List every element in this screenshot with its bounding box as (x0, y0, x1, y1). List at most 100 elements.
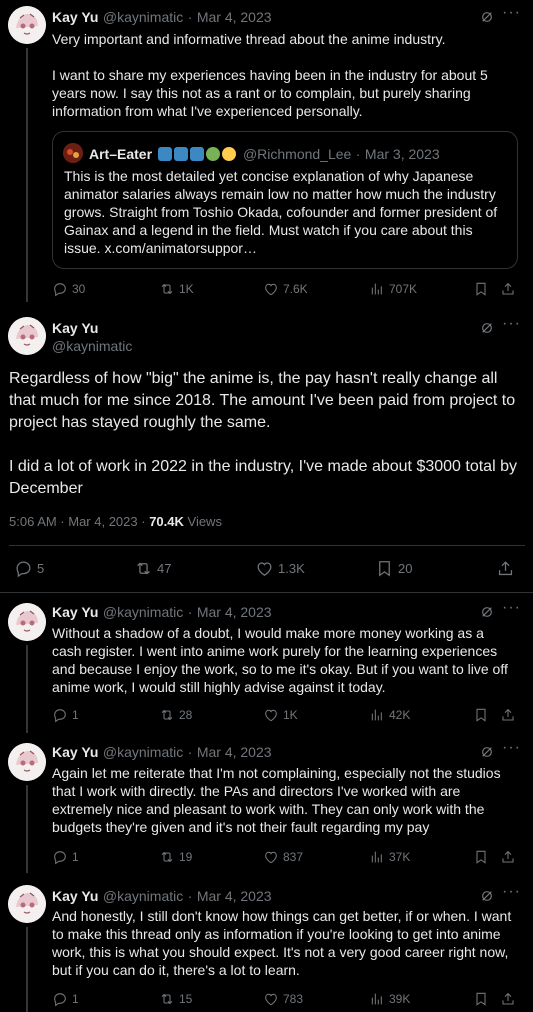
avatar[interactable] (8, 317, 46, 355)
like-button[interactable]: 837 (263, 849, 303, 865)
share-button[interactable] (500, 849, 516, 865)
share-button[interactable] (496, 559, 515, 578)
avatar[interactable] (8, 6, 46, 44)
avatar[interactable] (8, 743, 46, 781)
like-icon (263, 281, 279, 297)
author-name[interactable]: Kay Yu (52, 888, 98, 904)
reply-button[interactable]: 5 (14, 559, 44, 578)
like-button[interactable]: 1K (263, 707, 298, 723)
tweet-1[interactable]: Kay Yu @kaynimatic · Mar 4, 2023 ··· Ver… (0, 0, 533, 302)
author-handle[interactable]: @kaynimatic (103, 744, 183, 760)
reply-button[interactable]: 30 (52, 281, 85, 297)
like-button[interactable]: 1.3K (255, 559, 305, 578)
more-icon[interactable]: ··· (502, 315, 521, 333)
views-count: 707K (389, 282, 418, 296)
share-icon (500, 991, 516, 1007)
author-handle[interactable]: @kaynimatic (52, 338, 132, 354)
bookmark-button[interactable] (473, 281, 489, 297)
separator: · (187, 744, 193, 760)
repost-icon (159, 707, 175, 723)
bookmark-icon (473, 849, 489, 865)
views-button[interactable]: 42K (369, 707, 410, 723)
repost-button[interactable]: 1K (159, 281, 194, 297)
avatar[interactable] (8, 603, 46, 641)
reply-tweet[interactable]: Kay Yu @kaynimatic · Mar 4, 2023 ··· Aga… (0, 733, 533, 873)
reply-icon (14, 559, 33, 578)
share-button[interactable] (500, 281, 516, 297)
reply-button[interactable]: 1 (52, 991, 79, 1007)
tweet-date[interactable]: Mar 4, 2023 (197, 888, 272, 904)
reply-tweet[interactable]: Kay Yu @kaynimatic · Mar 4, 2023 ··· And… (0, 873, 533, 1012)
share-button[interactable] (500, 707, 516, 723)
quote-author-handle[interactable]: @Richmond_Lee (243, 146, 351, 162)
tweet-date[interactable]: Mar 4, 2023 (197, 744, 272, 760)
tweet-text: Very important and informative thread ab… (52, 31, 488, 119)
fist-emoji-icon (222, 147, 237, 161)
views-icon (369, 281, 385, 297)
repost-button[interactable]: 47 (134, 559, 171, 578)
reply-tweet[interactable]: Kay Yu @kaynimatic · Mar 4, 2023 ··· Wit… (0, 593, 533, 733)
author-name[interactable]: Kay Yu (52, 604, 98, 620)
grok-icon[interactable] (479, 9, 495, 25)
thread-connector (26, 927, 28, 1012)
author-handle[interactable]: @kaynimatic (103, 888, 183, 904)
reply-button[interactable]: 1 (52, 849, 79, 865)
quoted-tweet[interactable]: Art–Eater ➡️⬇️↘️🐊👊 @Richmond_Lee · Mar 3… (52, 131, 518, 269)
views-icon (369, 849, 385, 865)
avatar[interactable] (8, 885, 46, 923)
grok-icon[interactable] (479, 604, 495, 620)
reply-icon (52, 707, 68, 723)
bookmark-button[interactable] (473, 849, 489, 865)
share-icon (500, 849, 516, 865)
repost-icon (134, 559, 153, 578)
author-name[interactable]: Kay Yu (52, 320, 98, 336)
bookmark-icon (473, 991, 489, 1007)
grok-icon[interactable] (479, 320, 495, 336)
grok-icon[interactable] (479, 744, 495, 760)
repost-button[interactable]: 15 (159, 991, 192, 1007)
bookmark-button[interactable] (473, 991, 489, 1007)
tweet-date[interactable]: Mar 4, 2023 (197, 604, 272, 620)
views-icon (369, 991, 385, 1007)
share-icon (500, 281, 516, 297)
divider (9, 545, 525, 546)
tweet-header: Kay Yu @kaynimatic · Mar 4, 2023 (52, 604, 272, 622)
timestamp-text[interactable]: 5:06 AM · Mar 4, 2023 · (9, 514, 149, 529)
more-icon[interactable]: ··· (502, 599, 521, 617)
tweet-date[interactable]: Mar 4, 2023 (197, 9, 272, 25)
views-count: 70.4K (149, 514, 184, 529)
author-name[interactable]: Kay Yu (52, 9, 98, 25)
quote-author-name[interactable]: Art–Eater (89, 146, 152, 162)
views-button[interactable]: 707K (369, 281, 417, 297)
like-button[interactable]: 783 (263, 991, 303, 1007)
author-handle[interactable]: @kaynimatic (103, 604, 183, 620)
repost-button[interactable]: 28 (159, 707, 192, 723)
bookmark-button[interactable]: 20 (375, 559, 412, 578)
author-name[interactable]: Kay Yu (52, 744, 98, 760)
more-icon[interactable]: ··· (502, 883, 521, 901)
thread-connector (26, 785, 28, 873)
grok-icon[interactable] (479, 888, 495, 904)
bookmark-icon (375, 559, 394, 578)
quote-date[interactable]: Mar 3, 2023 (365, 146, 440, 162)
bookmark-count: 20 (398, 561, 413, 576)
repost-icon (159, 281, 175, 297)
bookmark-button[interactable] (473, 707, 489, 723)
more-icon[interactable]: ··· (502, 4, 521, 22)
like-button[interactable]: 7.6K (263, 281, 308, 297)
reply-button[interactable]: 1 (52, 707, 79, 723)
views-button[interactable]: 37K (369, 849, 410, 865)
author-handle[interactable]: @kaynimatic (103, 9, 183, 25)
main-tweet[interactable]: Kay Yu @kaynimatic ··· Regardless of how… (0, 302, 533, 591)
crocodile-emoji-icon (206, 147, 221, 161)
more-icon[interactable]: ··· (502, 739, 521, 757)
tweet-timestamp: 5:06 AM · Mar 4, 2023 · 70.4K Views (9, 514, 222, 529)
quote-avatar[interactable] (63, 143, 83, 163)
arrow-down-right-emoji-icon (190, 147, 205, 161)
reply-icon (52, 849, 68, 865)
share-button[interactable] (500, 991, 516, 1007)
views-button[interactable]: 39K (369, 991, 410, 1007)
repost-count: 28 (179, 708, 193, 722)
tweet-text: Without a shadow of a doubt, I would mak… (52, 625, 512, 695)
repost-button[interactable]: 19 (159, 849, 192, 865)
